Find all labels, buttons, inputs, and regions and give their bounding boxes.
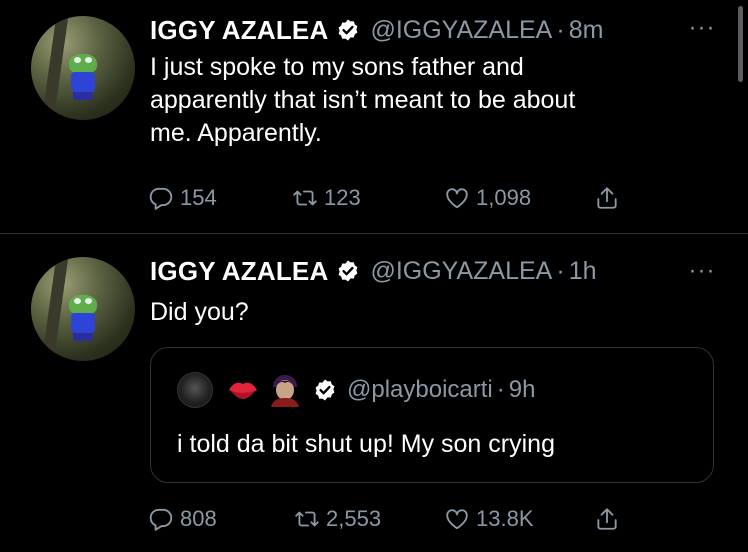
quoted-handle[interactable]: @playboicarti [347,376,493,404]
reply-icon [149,187,173,210]
scrollbar[interactable] [738,6,743,82]
avatar-frog-legs [73,92,93,100]
quoted-tweet-header: @playboicarti · 9h [177,370,535,410]
vampire-icon [269,373,301,407]
timestamp[interactable]: 8m [569,16,604,45]
like-count: 13.8K [476,506,534,531]
tweet[interactable]: IGGY AZALEA @IGGYAZALEA · 8m ··· I just … [0,0,748,234]
avatar-tree-trunk [41,16,69,120]
retweet-button[interactable]: 123 [292,180,361,216]
verified-badge-icon [339,19,358,41]
share-button[interactable] [594,180,620,216]
share-icon [597,187,617,209]
like-count: 1,098 [476,185,532,210]
tweet-divider [0,233,748,234]
quoted-avatar[interactable] [177,372,213,408]
retweet-icon [295,511,319,527]
retweet-icon [293,190,317,206]
retweet-count: 123 [324,185,361,210]
quoted-tweet-text: i told da bit shut up! My son crying [177,430,555,458]
tweet-text: I just spoke to my sons father and appar… [150,51,720,150]
tweet-text-line: apparently that isn’t meant to be about [150,86,576,114]
like-button[interactable]: 1,098 [444,180,531,216]
quoted-tweet[interactable]: @playboicarti · 9h i told da bit shut up… [150,347,714,483]
separator-dot: · [556,256,565,285]
more-options-icon[interactable]: ··· [682,16,722,40]
tweet-header: IGGY AZALEA @IGGYAZALEA · 8m [150,12,603,48]
like-button[interactable]: 13.8K [444,501,534,537]
display-name[interactable]: IGGY AZALEA [150,15,328,46]
reply-count: 154 [180,185,217,210]
avatar-frog-eye [74,298,81,304]
handle[interactable]: @IGGYAZALEA [370,16,552,45]
reply-button[interactable]: 808 [148,501,217,537]
display-name[interactable]: IGGY AZALEA [150,256,328,287]
retweet-button[interactable]: 2,553 [294,501,381,537]
avatar-frog-eye [74,57,81,63]
separator-dot: · [556,15,565,44]
retweet-count: 2,553 [326,506,382,531]
avatar-tree-trunk [41,257,69,361]
avatar-frog-eye [85,57,92,63]
tweet-actions: 154 123 1,098 [148,180,668,216]
avatar-frog-head [69,295,97,315]
heart-icon [446,509,468,530]
timestamp[interactable]: 1h [569,257,597,286]
share-icon [597,508,617,530]
tweet-text: Did you? [150,296,720,329]
verified-badge-icon [339,260,358,282]
tweet-actions: 808 2,553 13.8K [148,501,668,537]
handle[interactable]: @IGGYAZALEA [370,257,552,286]
separator-dot: · [496,376,505,403]
reply-count: 808 [180,506,217,531]
tweet-text-line: me. Apparently. [150,119,322,147]
quoted-timestamp[interactable]: 9h [509,376,536,404]
avatar[interactable] [31,257,135,361]
tweet-header: IGGY AZALEA @IGGYAZALEA · 1h [150,253,597,289]
share-button[interactable] [594,501,620,537]
avatar-frog-head [69,54,97,74]
avatar-frog-eye [85,298,92,304]
more-options-icon[interactable]: ··· [682,259,722,283]
tweet-text-line: Did you? [150,298,249,326]
avatar-frog-body [71,313,95,333]
tweet-text-line: I just spoke to my sons father and [150,53,524,81]
kiss-mark-icon [227,376,259,404]
heart-icon [446,188,468,209]
verified-badge-icon [315,379,335,401]
avatar-frog-body [71,72,95,92]
reply-button[interactable]: 154 [148,180,217,216]
avatar-frog-legs [73,333,93,341]
avatar[interactable] [31,16,135,120]
reply-icon [149,508,173,531]
tweet[interactable]: IGGY AZALEA @IGGYAZALEA · 1h ··· Did you… [0,235,748,552]
